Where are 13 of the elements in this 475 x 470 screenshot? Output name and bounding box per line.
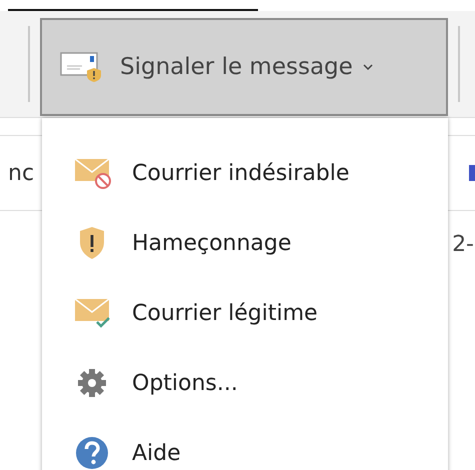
- report-message-button[interactable]: Signaler le message: [40, 18, 448, 116]
- menu-item[interactable]: Aide: [42, 418, 448, 470]
- list-marker: [469, 165, 475, 181]
- menu-item[interactable]: Options...: [42, 348, 448, 418]
- envelope-check-icon: [74, 296, 112, 330]
- list-text: nc: [8, 160, 34, 186]
- list-text: 2-: [452, 232, 474, 256]
- envelope-warning-icon: [60, 52, 104, 82]
- envelope-blocked-icon: [74, 156, 112, 190]
- menu-item[interactable]: Courrier légitime: [42, 278, 448, 348]
- caret-icon: [362, 64, 373, 70]
- menu-item[interactable]: Courrier indésirable: [42, 138, 448, 208]
- menu-item[interactable]: Hameçonnage: [42, 208, 448, 278]
